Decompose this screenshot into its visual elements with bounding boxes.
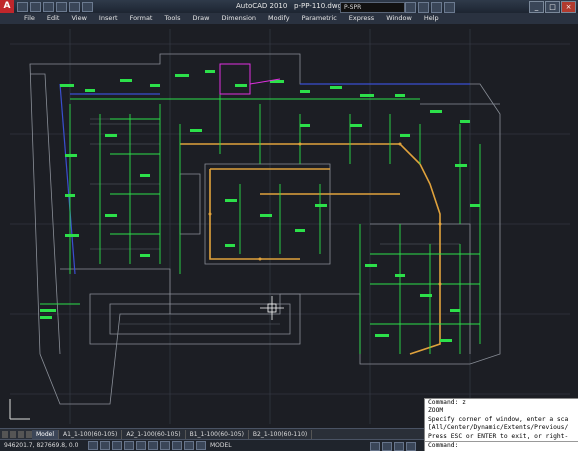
layer-isolate-icon[interactable]: [444, 2, 455, 13]
menu-dimension[interactable]: Dimension: [215, 13, 262, 24]
menu-parametric[interactable]: Parametric: [296, 13, 343, 24]
menu-express[interactable]: Express: [343, 13, 380, 24]
grid-icon[interactable]: [100, 441, 110, 450]
undo-icon[interactable]: [56, 1, 67, 12]
menu-modify[interactable]: Modify: [262, 13, 296, 24]
new-icon[interactable]: [17, 1, 28, 12]
main-pipe: [180, 143, 441, 355]
title-bar: A AutoCAD 2010 p-PP-110.dwg P-SPR _ □ ×: [0, 0, 578, 13]
tab-next-icon[interactable]: [18, 431, 24, 438]
menu-view[interactable]: View: [65, 13, 92, 24]
tab-layout-b2[interactable]: B2_1-100(60-110): [249, 429, 313, 440]
quick-access-toolbar: [17, 1, 93, 12]
application-menu-button[interactable]: A: [0, 0, 14, 13]
lineweight-icon[interactable]: [184, 441, 194, 450]
model-space-label[interactable]: MODEL: [206, 442, 236, 449]
menu-edit[interactable]: Edit: [41, 13, 66, 24]
command-line: Command: z ZOOM Specify corner of window…: [424, 398, 578, 451]
coordinate-readout[interactable]: 946201.7, 827669.8, 0.0: [0, 442, 88, 449]
osnap-icon[interactable]: [136, 441, 146, 450]
close-button[interactable]: ×: [561, 1, 576, 13]
snap-icon[interactable]: [88, 441, 98, 450]
ucs-icon: [9, 399, 30, 420]
command-history-line: Command: z: [428, 399, 466, 406]
document-name: p-PP-110.dwg: [294, 2, 343, 10]
magenta-block: [219, 63, 281, 95]
quick-properties-icon[interactable]: [196, 441, 206, 450]
building-outline: [29, 53, 501, 405]
open-icon[interactable]: [30, 1, 41, 12]
ortho-icon[interactable]: [112, 441, 122, 450]
save-icon[interactable]: [43, 1, 54, 12]
app-name: AutoCAD 2010: [235, 2, 288, 10]
tab-first-icon[interactable]: [2, 431, 8, 438]
tab-prev-icon[interactable]: [10, 431, 16, 438]
command-history-line: Press ESC or ENTER to exit, or right-: [428, 432, 569, 440]
menu-format[interactable]: Format: [124, 13, 159, 24]
menu-tools[interactable]: Tools: [158, 13, 186, 24]
layer-properties-icon[interactable]: [405, 2, 416, 13]
otrack-icon[interactable]: [148, 441, 158, 450]
tab-layout-b1[interactable]: B1_1-100(60-105): [186, 429, 249, 440]
drafting-settings: [88, 441, 206, 450]
layer-match-icon[interactable]: [418, 2, 429, 13]
blue-walls: [59, 83, 470, 275]
menu-file[interactable]: File: [0, 13, 41, 24]
menu-window[interactable]: Window: [380, 13, 418, 24]
ducs-icon[interactable]: [160, 441, 170, 450]
green-pipes: [40, 84, 481, 354]
parking-stalls: [90, 118, 460, 325]
plot-icon[interactable]: [82, 1, 93, 12]
layer-previous-icon[interactable]: [431, 2, 442, 13]
menu-help[interactable]: Help: [418, 13, 445, 24]
layer-dropdown[interactable]: P-SPR: [340, 2, 405, 13]
command-input[interactable]: Command:: [425, 441, 578, 450]
menu-insert[interactable]: Insert: [93, 13, 124, 24]
status-bar: 946201.7, 827669.8, 0.0 MODEL: [0, 439, 424, 451]
tab-layout-a2[interactable]: A2_1-100(60-105): [122, 429, 186, 440]
dyn-icon[interactable]: [172, 441, 182, 450]
command-history-line: Specify corner of window, enter a sca: [428, 415, 569, 423]
menu-draw[interactable]: Draw: [187, 13, 216, 24]
floor-plan-drawing: [9, 29, 570, 424]
minimize-button[interactable]: _: [529, 1, 544, 13]
window-controls: _ □ ×: [529, 1, 576, 13]
tab-model[interactable]: Model: [32, 429, 60, 440]
command-history-line: ZOOM: [428, 407, 444, 415]
polar-icon[interactable]: [124, 441, 134, 450]
tab-layout-a1[interactable]: A1_1-100(60-105): [59, 429, 123, 440]
drawing-canvas[interactable]: [0, 24, 578, 428]
layer-tools: [405, 2, 455, 13]
maximize-button[interactable]: □: [545, 1, 560, 13]
grid-lines: [10, 29, 570, 424]
redo-icon[interactable]: [69, 1, 80, 12]
command-history-line: [All/Center/Dynamic/Extents/Previous/: [428, 424, 569, 432]
